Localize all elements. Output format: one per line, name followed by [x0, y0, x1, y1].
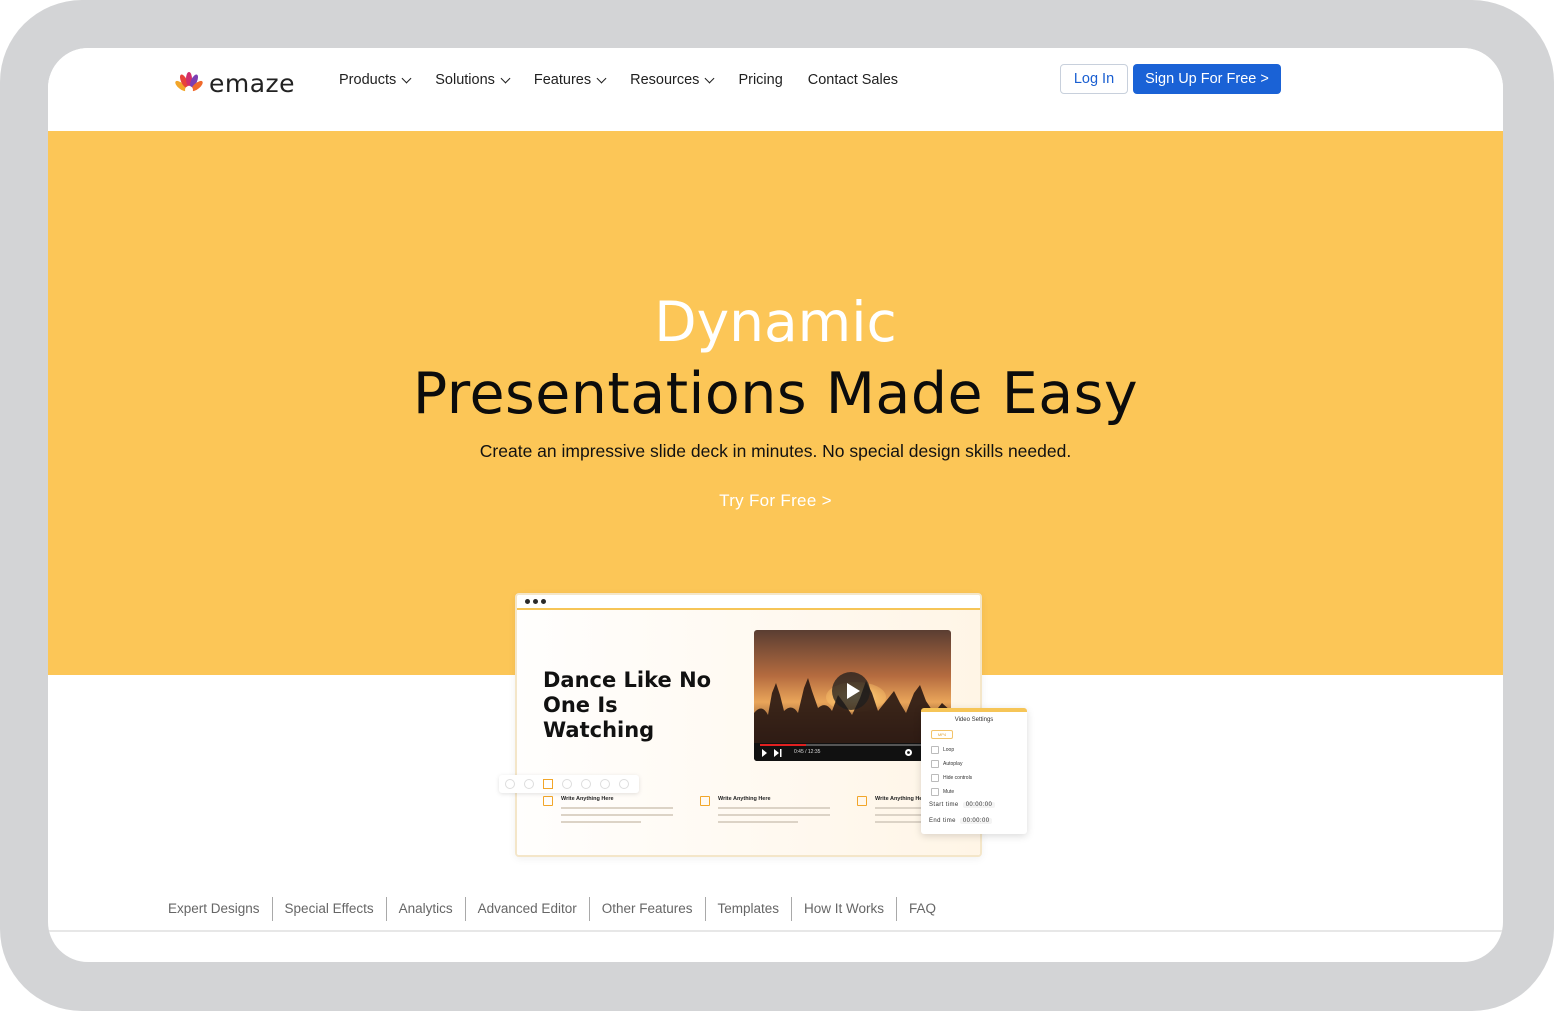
setting-option-autoplay[interactable]: Autoplay [931, 760, 962, 768]
browser-screen: emaze Products Solutions Features Resour… [48, 48, 1503, 962]
end-time-label: End time [929, 818, 956, 824]
login-button[interactable]: Log In [1060, 64, 1128, 94]
check-icon[interactable] [562, 779, 572, 789]
slide-title: Dance Like No One Is Watching [543, 668, 712, 742]
nav-item-pricing[interactable]: Pricing [738, 70, 782, 90]
signup-button[interactable]: Sign Up For Free > [1133, 64, 1281, 94]
text-line [561, 814, 673, 816]
link-icon[interactable] [524, 779, 534, 789]
chevron-down-icon [500, 73, 511, 83]
end-time-field[interactable]: 00:00:00 [959, 818, 993, 824]
text-line [561, 807, 673, 809]
option-label: Autoplay [943, 761, 963, 767]
hero-kicker: Dynamic [654, 290, 897, 354]
main-nav: Products Solutions Features Resources Pr… [339, 70, 923, 90]
video-progress-fill [760, 744, 807, 746]
feature-title: Write Anything Here [561, 796, 614, 802]
circle-icon[interactable] [505, 779, 515, 789]
video-progress-bar[interactable] [760, 744, 945, 746]
setting-option-mute[interactable]: Mute [931, 788, 954, 796]
subnav-expert-designs[interactable]: Expert Designs [156, 897, 273, 921]
subnav-faq[interactable]: FAQ [897, 897, 948, 921]
nav-item-contact-sales[interactable]: Contact Sales [808, 70, 898, 90]
play-button[interactable] [832, 672, 870, 710]
checkbox-icon [931, 774, 939, 782]
window-dot-icon [533, 599, 538, 604]
checkbox-icon[interactable] [543, 779, 553, 789]
gear-icon[interactable] [904, 748, 913, 757]
start-time-label: Start time [929, 802, 959, 808]
chevron-down-icon [704, 73, 715, 83]
setting-option-loop[interactable]: Loop [931, 746, 954, 754]
brand-logo[interactable]: emaze [172, 66, 295, 100]
text-line [718, 807, 830, 809]
subnav-advanced-editor[interactable]: Advanced Editor [466, 897, 590, 921]
nav-item-solutions[interactable]: Solutions [435, 70, 511, 90]
format-tag: MP4 [931, 730, 953, 739]
subnav-analytics[interactable]: Analytics [387, 897, 466, 921]
subnav-templates[interactable]: Templates [706, 897, 793, 921]
nav-item-resources[interactable]: Resources [630, 70, 715, 90]
chevron-down-icon [596, 73, 607, 83]
window-dot-icon [525, 599, 530, 604]
play-icon [846, 683, 860, 699]
format-toolbar [499, 775, 639, 793]
mockup-window-bar [517, 595, 980, 610]
feature-title: Write Anything Here [718, 796, 771, 802]
checkbox-icon [857, 796, 867, 806]
subnav-special-effects[interactable]: Special Effects [273, 897, 387, 921]
hero-headline: Presentations Made Easy [412, 361, 1139, 427]
feature-title: Write Anything Here [875, 796, 928, 802]
option-label: Mute [943, 789, 955, 795]
text-line [875, 821, 925, 823]
nav-label: Contact Sales [807, 72, 899, 88]
nav-label: Products [339, 72, 397, 88]
video-time: 0:45 / 12:35 [794, 749, 821, 755]
text-line [561, 821, 641, 823]
brand-name: emaze [209, 68, 296, 98]
hero-subtitle: Create an impressive slide deck in minut… [479, 441, 1072, 461]
check-icon[interactable] [619, 779, 629, 789]
option-label: Hide controls [943, 775, 973, 781]
window-dot-icon [541, 599, 546, 604]
settings-title: Video Settings [954, 717, 994, 723]
start-time-row: Start time 00:00:00 [929, 802, 996, 808]
subnav-other-features[interactable]: Other Features [590, 897, 706, 921]
nav-label: Resources [630, 72, 700, 88]
nav-label: Features [533, 72, 592, 88]
checkbox-icon [543, 796, 553, 806]
try-for-free-link[interactable]: Try For Free > [48, 491, 1503, 511]
setting-option-hide-controls[interactable]: Hide controls [931, 774, 972, 782]
presentation-mockup: Dance Like No One Is Watching 0:45 / 12:… [515, 593, 982, 857]
site-header: emaze Products Solutions Features Resour… [48, 48, 1503, 131]
end-time-row: End time 00:00:00 [929, 818, 993, 824]
feature-list: Write Anything Here Write Anything Here … [517, 796, 980, 855]
text-line [718, 821, 798, 823]
checkbox-icon [931, 746, 939, 754]
check-icon[interactable] [600, 779, 610, 789]
start-time-field[interactable]: 00:00:00 [962, 802, 996, 808]
checkbox-icon [931, 760, 939, 768]
slide-canvas: Dance Like No One Is Watching 0:45 / 12:… [517, 610, 980, 855]
check-icon[interactable] [581, 779, 591, 789]
peacock-fan-logo-icon [175, 72, 203, 94]
nav-label: Pricing [738, 72, 783, 88]
text-line [718, 814, 830, 816]
checkbox-icon [700, 796, 710, 806]
option-label: Loop [943, 747, 955, 753]
play-skip-icons[interactable] [762, 749, 786, 757]
nav-label: Solutions [435, 72, 495, 88]
divider [48, 930, 1503, 932]
video-settings-panel: Video Settings MP4 Loop Autoplay Hide co… [921, 708, 1027, 834]
checkbox-icon [931, 788, 939, 796]
chevron-down-icon [401, 73, 412, 83]
section-subnav: Expert Designs Special Effects Analytics… [156, 897, 948, 921]
nav-item-features[interactable]: Features [533, 70, 607, 90]
nav-item-products[interactable]: Products [339, 70, 412, 90]
subnav-how-it-works[interactable]: How It Works [792, 897, 898, 921]
